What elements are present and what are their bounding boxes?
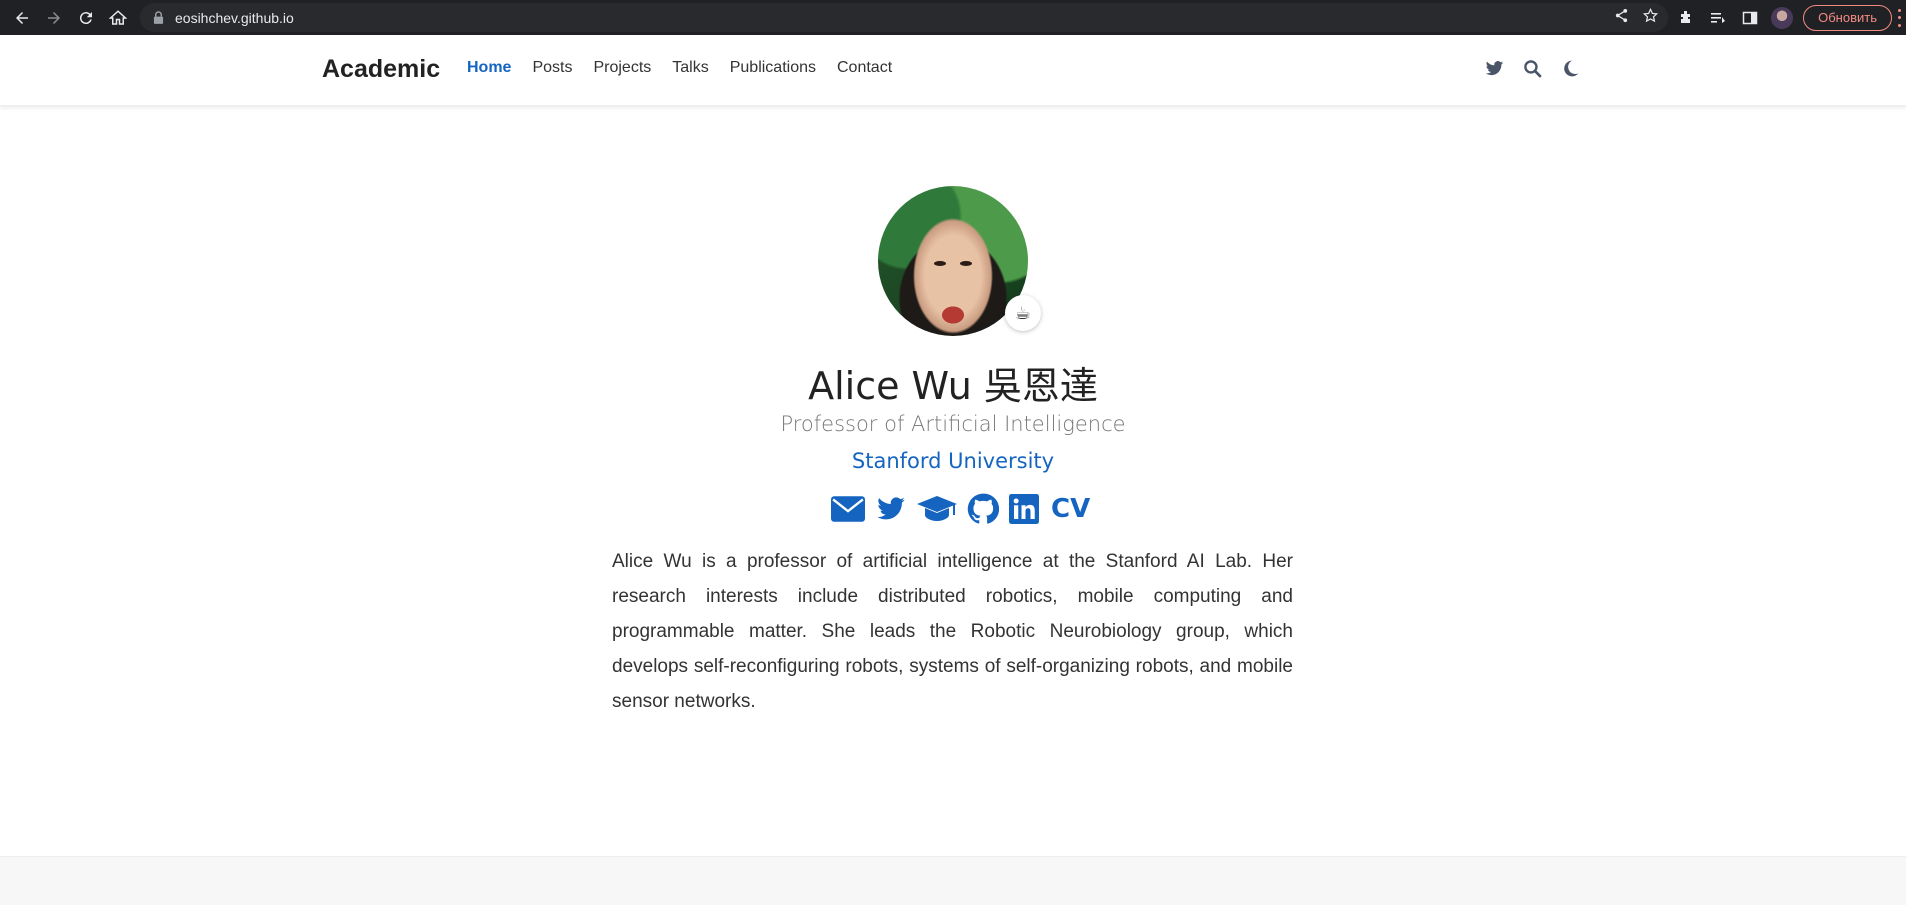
menu-item-home[interactable]: Home xyxy=(467,59,511,77)
profile-bio: Alice Wu is a professor of artificial in… xyxy=(612,551,1293,712)
github-icon[interactable] xyxy=(967,493,999,525)
lock-icon xyxy=(153,11,165,25)
back-icon[interactable] xyxy=(10,6,34,30)
menu-item-posts[interactable]: Posts xyxy=(532,59,572,77)
reload-icon[interactable] xyxy=(74,6,98,30)
profile-avatar[interactable] xyxy=(1771,6,1794,29)
dark-mode-moon-icon[interactable] xyxy=(1560,58,1580,78)
site-navbar: Academic Home Posts Projects Talks Publi… xyxy=(0,35,1906,106)
social-links: CV xyxy=(831,493,1090,525)
bookmark-star-icon[interactable] xyxy=(1642,7,1659,28)
graduation-cap-icon[interactable] xyxy=(917,495,957,523)
menu-item-contact[interactable]: Contact xyxy=(837,59,892,77)
twitter-icon[interactable] xyxy=(1484,58,1504,78)
organization-link[interactable]: Stanford University xyxy=(852,449,1054,473)
extensions-puzzle-icon[interactable] xyxy=(1675,7,1697,29)
url-text[interactable]: eosihchev.github.io xyxy=(175,10,294,26)
menu-item-publications[interactable]: Publications xyxy=(730,59,816,77)
home-icon[interactable] xyxy=(106,6,130,30)
update-button[interactable]: Обновить xyxy=(1803,4,1892,31)
forward-icon[interactable] xyxy=(42,6,66,30)
profile-name: Alice Wu 吳恩達 xyxy=(808,364,1098,408)
twitter-icon[interactable] xyxy=(875,494,907,524)
profile-organization: Stanford University xyxy=(0,449,1906,473)
media-queue-icon[interactable] xyxy=(1707,7,1729,29)
search-icon[interactable] xyxy=(1522,58,1542,78)
more-menu-icon[interactable] xyxy=(1898,8,1902,27)
menu-item-projects[interactable]: Projects xyxy=(593,59,651,77)
cv-link[interactable]: CV xyxy=(1051,494,1090,524)
status-emoji-badge: ☕ xyxy=(1005,295,1041,331)
page-footer xyxy=(0,856,1906,905)
share-icon[interactable] xyxy=(1614,8,1629,28)
side-panel-icon[interactable] xyxy=(1739,7,1761,29)
menu-item-talks[interactable]: Talks xyxy=(672,59,708,77)
envelope-icon[interactable] xyxy=(831,496,865,522)
browser-toolbar: eosihchev.github.io Обновить xyxy=(0,0,1906,35)
site-brand[interactable]: Academic xyxy=(322,55,440,84)
address-bar[interactable]: eosihchev.github.io xyxy=(140,3,1668,32)
linkedin-icon[interactable] xyxy=(1009,494,1039,524)
profile-role: Professor of Artificial Intelligence xyxy=(780,412,1126,436)
main-menu: Home Posts Projects Talks Publications C… xyxy=(467,59,892,77)
